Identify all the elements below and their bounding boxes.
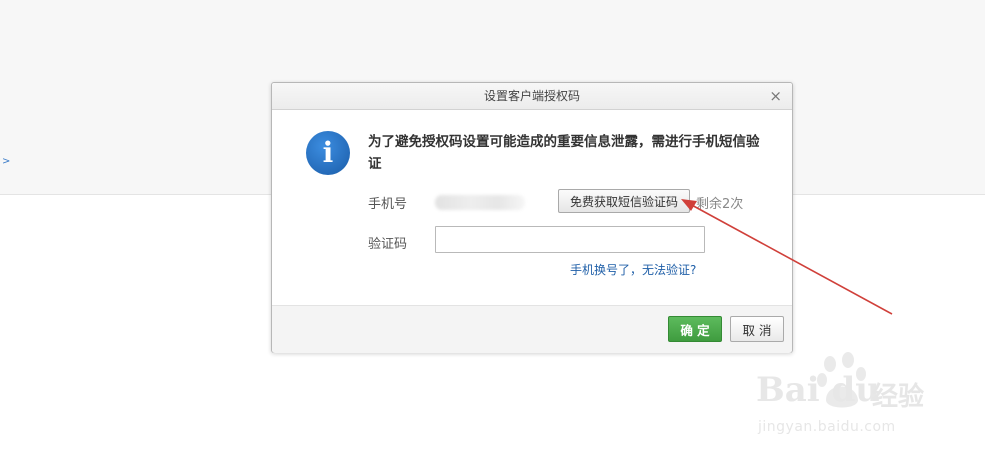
masked-phone-number [435, 195, 525, 210]
remaining-attempts-text: 剩余2次 [696, 197, 744, 212]
baidu-jingyan-watermark: Bai du 经验 jingyan.baidu.com [756, 352, 956, 442]
auth-code-dialog: 设置客户端授权码 × i 为了避免授权码设置可能造成的重要信息泄露，需进行手机短… [271, 82, 793, 353]
watermark-product: 经验 [872, 382, 925, 412]
phone-changed-help-link[interactable]: 手机换号了，无法验证? [570, 261, 696, 278]
dialog-title: 设置客户端授权码 [483, 89, 580, 103]
dialog-message: 为了避免授权码设置可能造成的重要信息泄露，需进行手机短信验证 [368, 134, 760, 172]
confirm-button[interactable]: 确 定 [668, 316, 722, 342]
cancel-button[interactable]: 取 消 [730, 316, 784, 342]
dialog-titlebar: 设置客户端授权码 × [272, 83, 792, 110]
watermark-url: jingyan.baidu.com [758, 419, 896, 435]
chevron-right-icon[interactable]: > [2, 156, 10, 167]
dialog-footer: 确 定 取 消 [272, 305, 792, 353]
phone-label: 手机号 [368, 197, 408, 212]
get-sms-code-button[interactable]: 免费获取短信验证码 [558, 189, 690, 213]
watermark-brand: Bai du [756, 370, 881, 410]
close-icon[interactable]: × [769, 83, 782, 109]
code-label: 验证码 [368, 237, 408, 252]
info-icon: i [306, 131, 350, 175]
verification-code-input[interactable] [435, 226, 705, 253]
